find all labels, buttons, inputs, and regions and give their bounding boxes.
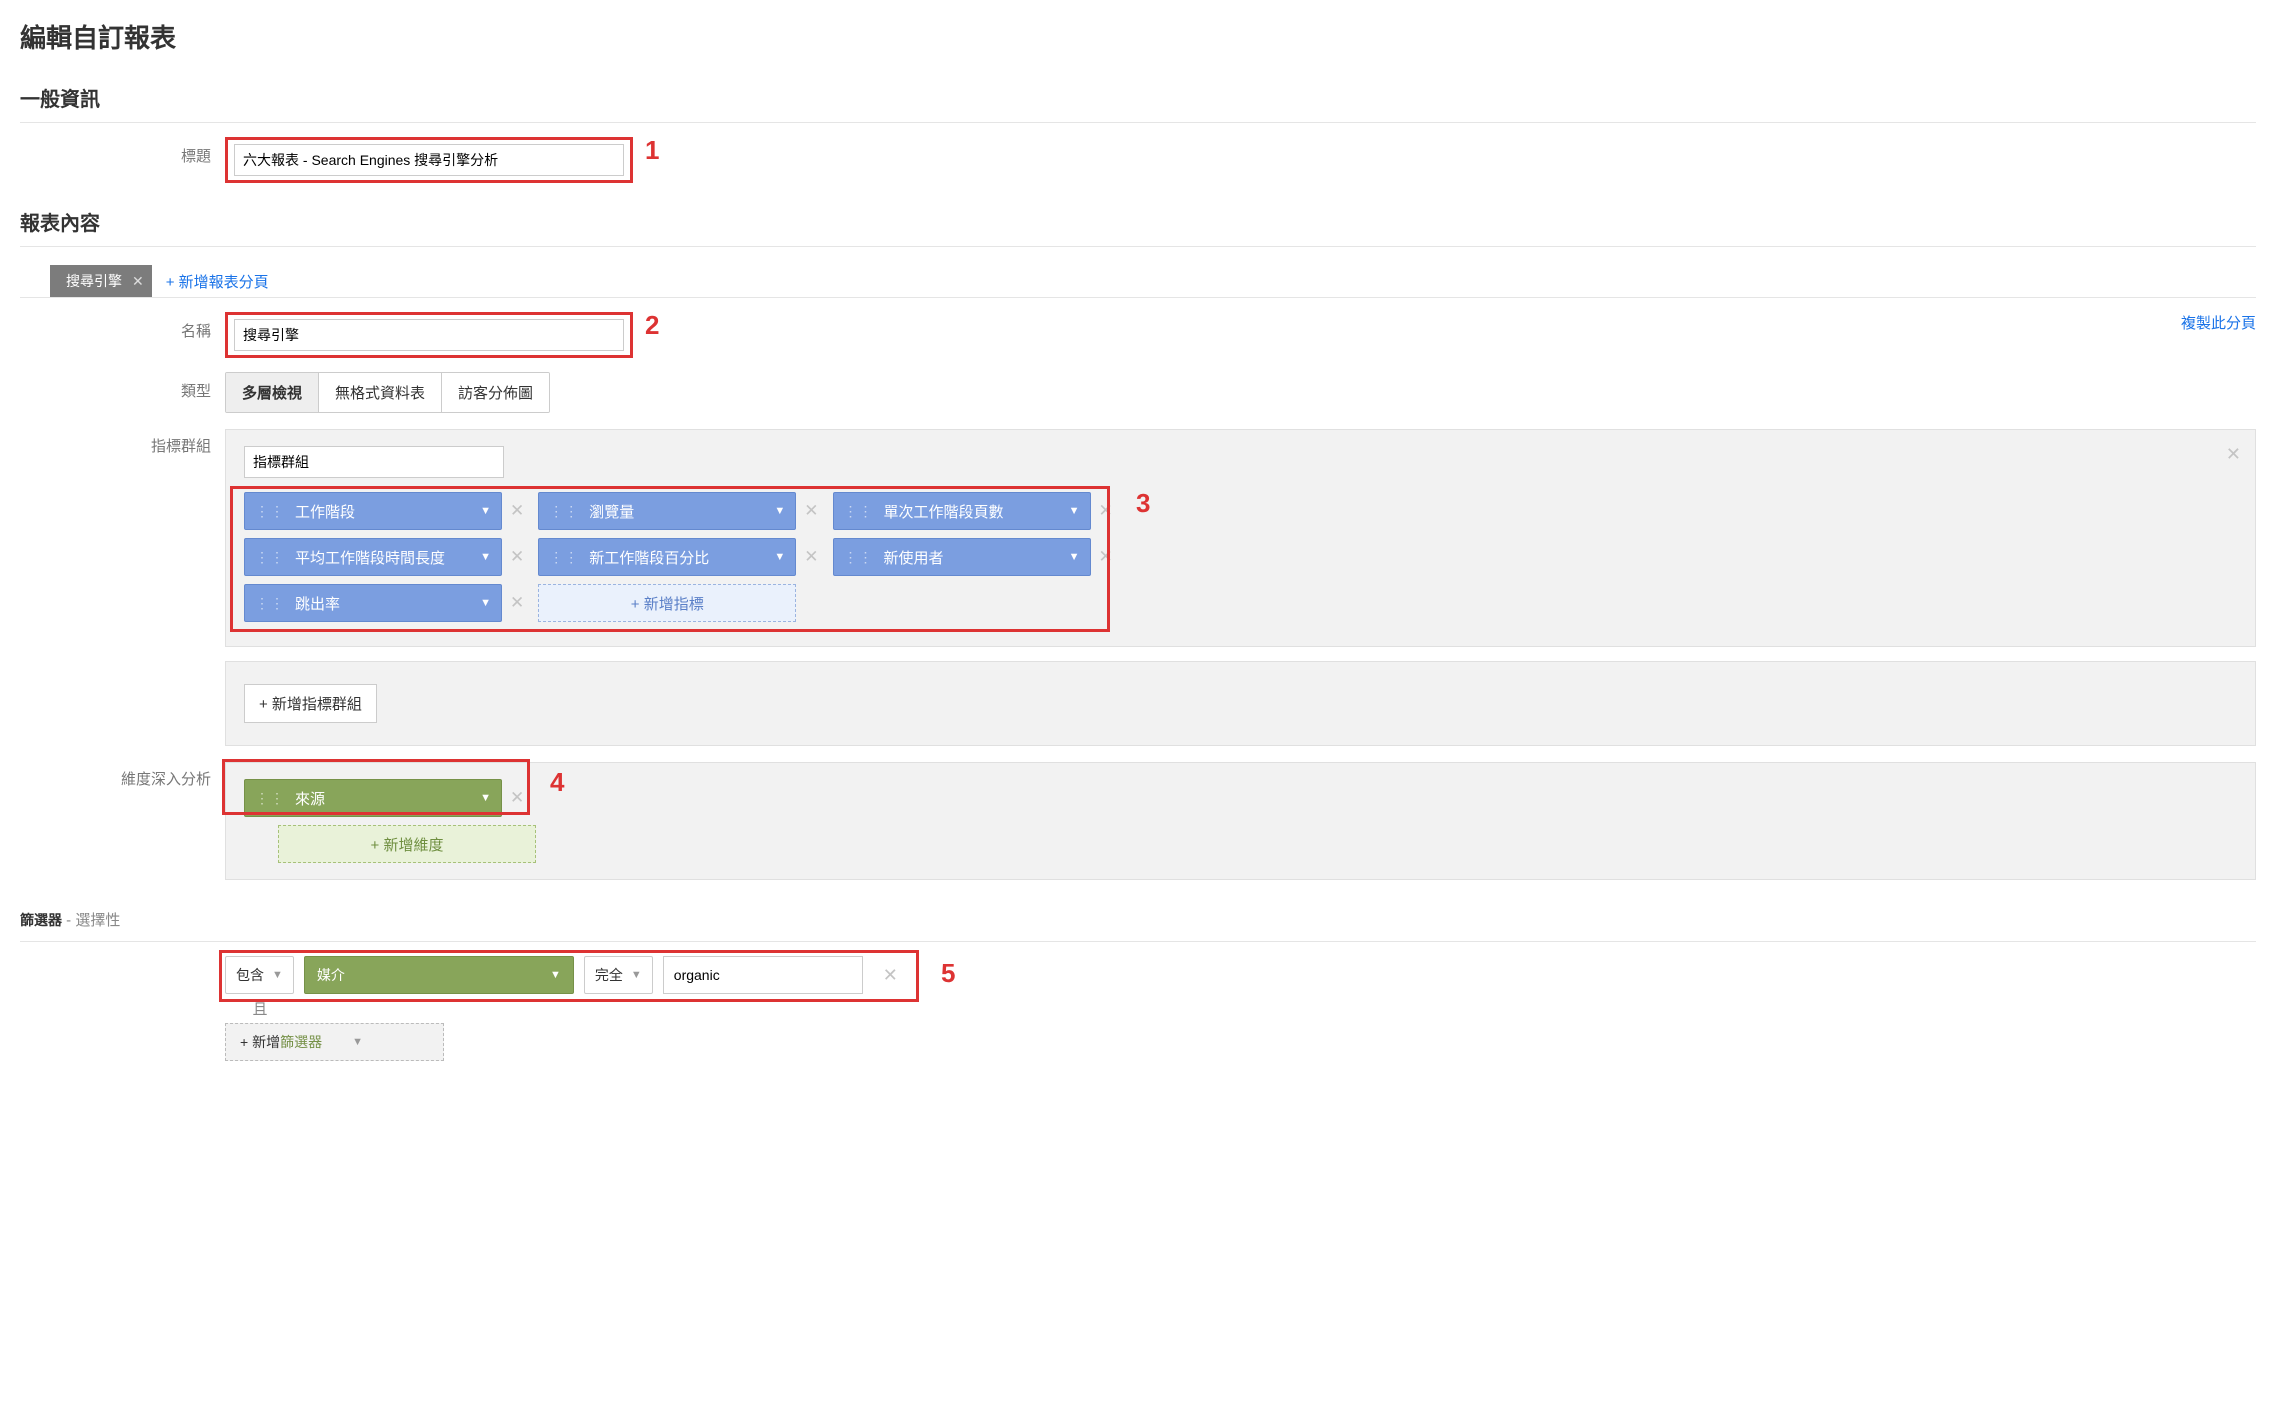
filter-header-text: 篩選器	[20, 912, 62, 928]
filter-spacer	[20, 956, 225, 964]
drag-icon: ⋮⋮	[844, 503, 874, 520]
section-header-general: 一般資訊	[20, 83, 2256, 123]
title-input[interactable]	[234, 144, 624, 176]
annotation-num-4: 4	[550, 767, 564, 798]
remove-icon[interactable]: ✕	[1099, 501, 1113, 521]
drag-icon: ⋮⋮	[844, 549, 874, 566]
chevron-down-icon: ▼	[774, 505, 785, 517]
chevron-down-icon: ▼	[480, 597, 491, 609]
chevron-down-icon: ▼	[480, 792, 491, 804]
remove-icon[interactable]: ✕	[804, 547, 818, 567]
remove-icon[interactable]: ✕	[804, 501, 818, 521]
chevron-down-icon: ▼	[774, 551, 785, 563]
copy-tab-link[interactable]: 複製此分頁	[2181, 312, 2256, 333]
filter-and-label: 且	[225, 998, 295, 1019]
chevron-down-icon: ▼	[631, 969, 642, 981]
filter-row: 5 包含▼ 媒介▼ 完全▼ ✕ 且 + 新增篩選器 ▼	[20, 956, 2256, 1061]
chevron-down-icon: ▼	[480, 505, 491, 517]
metric-chip-new-users[interactable]: ⋮⋮新使用者▼	[833, 538, 1091, 576]
dimension-chip-source[interactable]: ⋮⋮來源▼	[244, 779, 502, 817]
type-btn-map[interactable]: 訪客分佈圖	[441, 373, 549, 412]
name-label: 名稱	[20, 312, 225, 341]
title-label: 標題	[20, 137, 225, 166]
remove-icon[interactable]: ✕	[510, 547, 524, 567]
type-btn-multi[interactable]: 多層檢視	[226, 373, 318, 412]
section-header-filter: 篩選器 - 選擇性	[20, 908, 2256, 942]
metric-panel: ✕ 3 ⋮⋮工作階段▼ ✕ ⋮⋮瀏覽量▼ ✕ ⋮⋮單次工作階段頁數▼ ✕ ⋮⋮平…	[225, 429, 2256, 647]
tab-chip[interactable]: 搜尋引擎 ✕	[50, 265, 152, 297]
tabs-row: 搜尋引擎 ✕ + 新增報表分頁	[20, 265, 2256, 298]
filter-header-sub: - 選擇性	[62, 912, 120, 929]
type-btn-flat[interactable]: 無格式資料表	[318, 373, 441, 412]
filter-include-dropdown[interactable]: 包含▼	[225, 956, 294, 994]
drag-icon: ⋮⋮	[255, 549, 285, 566]
drag-icon: ⋮⋮	[255, 790, 285, 807]
chevron-down-icon: ▼	[480, 551, 491, 563]
type-row: 類型 多層檢視 無格式資料表 訪客分佈圖	[20, 372, 2256, 413]
annotation-box-1	[225, 137, 633, 183]
drag-icon: ⋮⋮	[255, 503, 285, 520]
add-tab-link[interactable]: + 新增報表分頁	[166, 271, 269, 292]
tab-label: 搜尋引擎	[66, 271, 122, 291]
close-icon[interactable]: ✕	[132, 273, 144, 290]
add-metric-group-button[interactable]: + 新增指標群組	[244, 684, 377, 723]
remove-icon[interactable]: ✕	[1099, 547, 1113, 567]
chevron-down-icon: ▼	[272, 969, 283, 981]
metric-group-row: 指標群組 ✕ 3 ⋮⋮工作階段▼ ✕ ⋮⋮瀏覽量▼ ✕ ⋮⋮單次工作階段頁數▼ …	[20, 427, 2256, 746]
page-title: 編輯自訂報表	[20, 18, 2256, 55]
annotation-box-2	[225, 312, 633, 358]
chevron-down-icon: ▼	[352, 1036, 363, 1048]
add-filter-button[interactable]: + 新增篩選器 ▼	[225, 1023, 444, 1061]
metric-chip-bounce-rate[interactable]: ⋮⋮跳出率▼	[244, 584, 502, 622]
add-metric-group-panel: + 新增指標群組	[225, 661, 2256, 746]
filter-value-input[interactable]	[663, 956, 863, 994]
annotation-num-2: 2	[645, 310, 659, 341]
metric-chip-avg-duration[interactable]: ⋮⋮平均工作階段時間長度▼	[244, 538, 502, 576]
drag-icon: ⋮⋮	[549, 549, 579, 566]
add-metric-button[interactable]: + 新增指標	[538, 584, 796, 622]
filter-dimension-chip[interactable]: 媒介▼	[304, 956, 574, 994]
filter-match-dropdown[interactable]: 完全▼	[584, 956, 653, 994]
drag-icon: ⋮⋮	[255, 595, 285, 612]
name-row: 名稱 複製此分頁 2	[20, 312, 2256, 358]
metric-chip-sessions[interactable]: ⋮⋮工作階段▼	[244, 492, 502, 530]
metric-chip-new-session-pct[interactable]: ⋮⋮新工作階段百分比▼	[538, 538, 796, 576]
title-row: 標題 1	[20, 137, 2256, 183]
remove-icon[interactable]: ✕	[510, 593, 524, 613]
close-panel-icon[interactable]: ✕	[2226, 444, 2241, 465]
dimension-row: 維度深入分析 4 ⋮⋮來源▼ ✕ + 新增維度	[20, 760, 2256, 880]
dimension-label: 維度深入分析	[20, 760, 225, 789]
add-dimension-button[interactable]: + 新增維度	[278, 825, 536, 863]
remove-filter-icon[interactable]: ✕	[883, 965, 898, 986]
section-header-content: 報表內容	[20, 207, 2256, 247]
chevron-down-icon: ▼	[550, 969, 561, 981]
annotation-num-3: 3	[1136, 488, 1150, 519]
name-input[interactable]	[234, 319, 624, 351]
metric-chip-pageviews[interactable]: ⋮⋮瀏覽量▼	[538, 492, 796, 530]
metric-group-label: 指標群組	[20, 427, 225, 456]
chevron-down-icon: ▼	[1069, 505, 1080, 517]
metric-chip-pages-per-session[interactable]: ⋮⋮單次工作階段頁數▼	[833, 492, 1091, 530]
chevron-down-icon: ▼	[1069, 551, 1080, 563]
dimension-panel: 4 ⋮⋮來源▼ ✕ + 新增維度	[225, 762, 2256, 880]
metric-group-input[interactable]	[244, 446, 504, 478]
annotation-num-1: 1	[645, 135, 659, 166]
annotation-num-5: 5	[941, 958, 955, 989]
drag-icon: ⋮⋮	[549, 503, 579, 520]
type-label: 類型	[20, 372, 225, 401]
remove-icon[interactable]: ✕	[510, 501, 524, 521]
remove-icon[interactable]: ✕	[510, 788, 524, 808]
